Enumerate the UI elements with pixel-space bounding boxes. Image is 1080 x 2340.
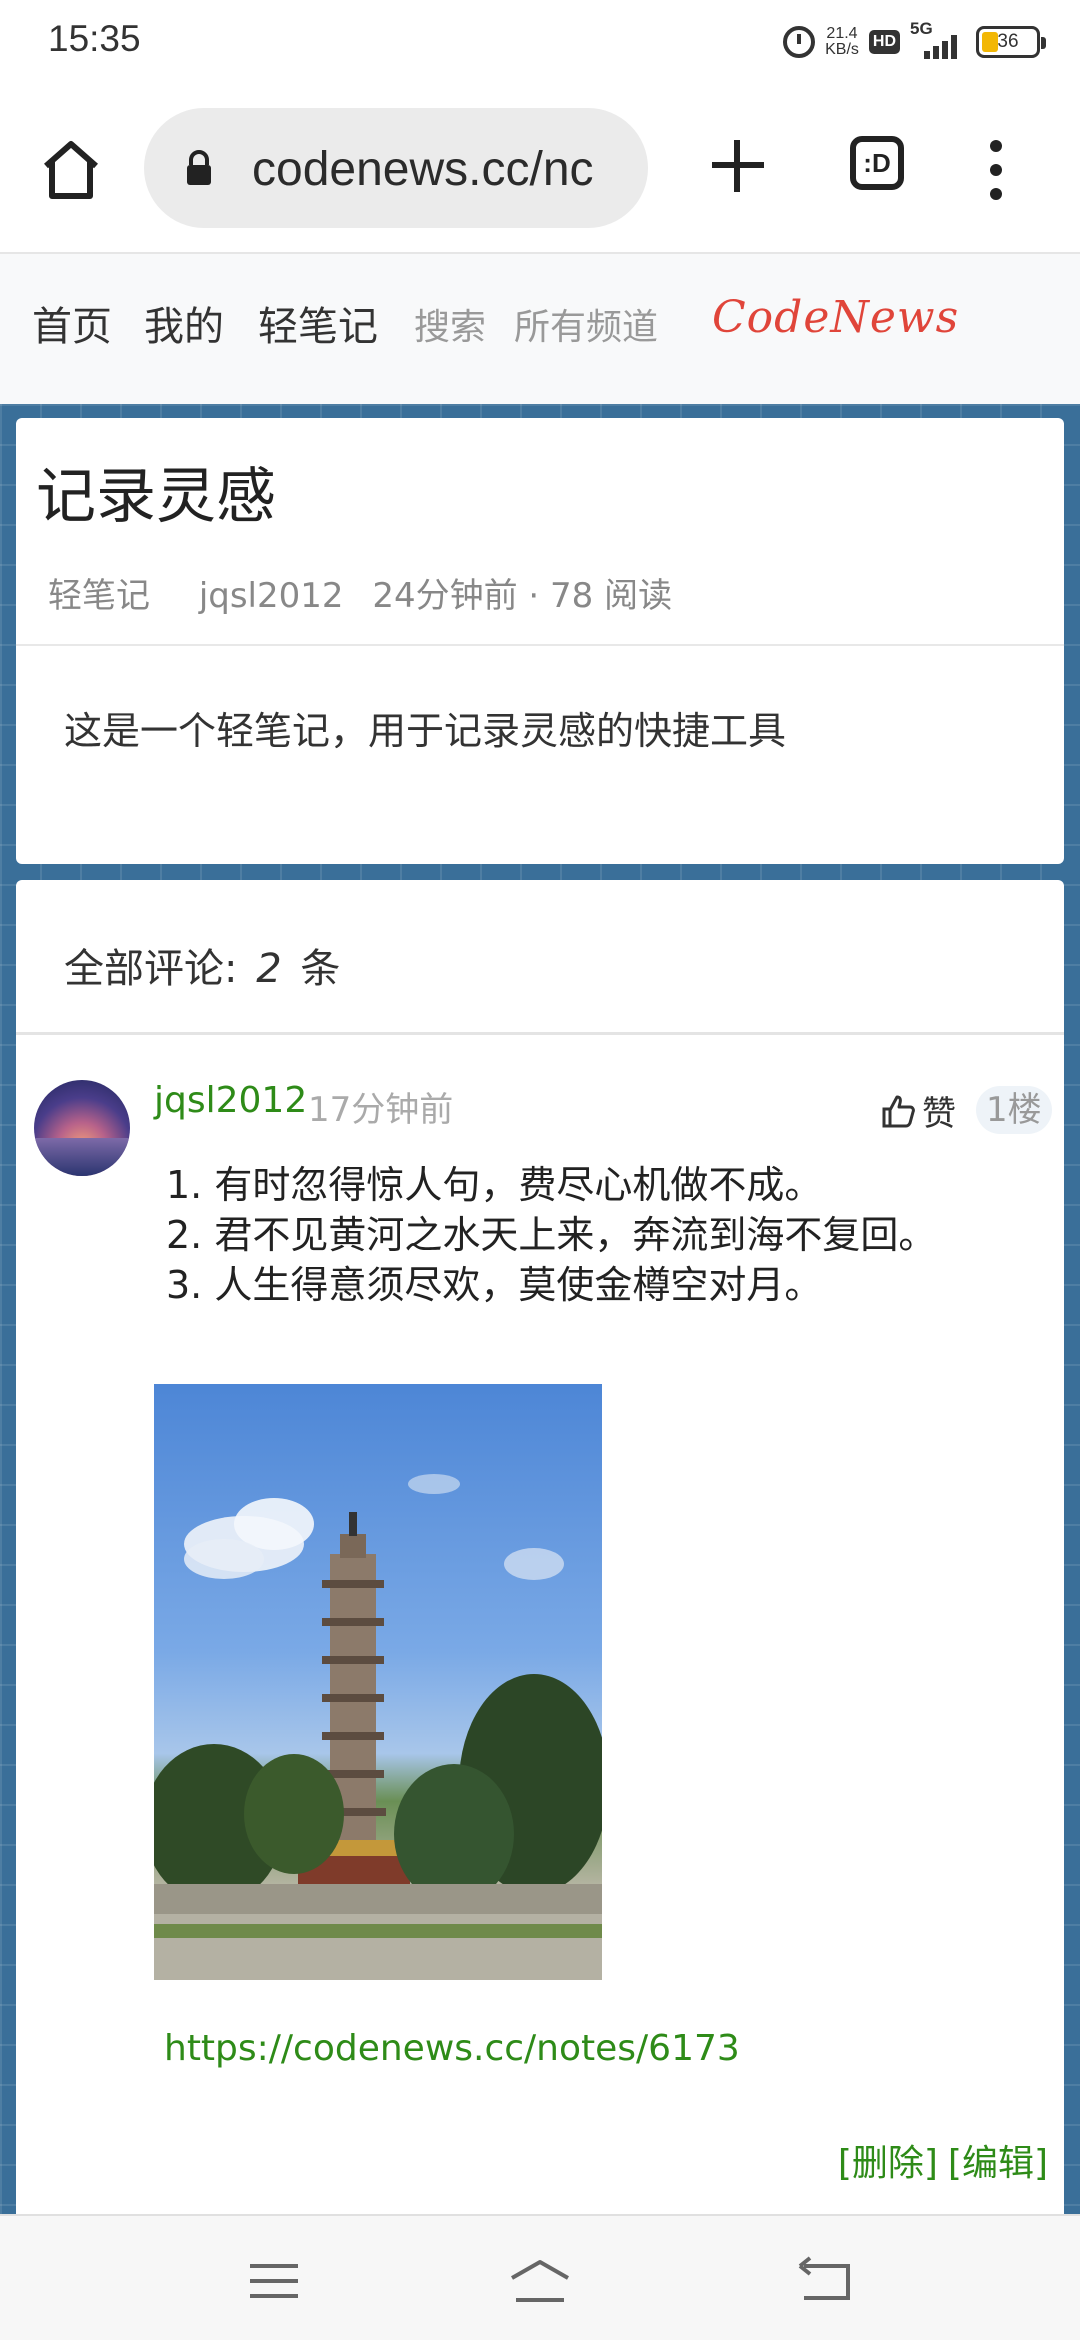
plus-icon[interactable] [708, 136, 768, 196]
pagoda-photo[interactable] [154, 1384, 602, 1980]
net-speed: 21.4 KB/s [825, 26, 859, 58]
edit-button[interactable]: [编辑] [948, 2143, 1048, 2184]
delete-button[interactable]: [删除] [838, 2143, 938, 2184]
battery-level: 36 [997, 31, 1019, 52]
more-vert-icon[interactable] [988, 140, 1004, 200]
post-card: 记录灵感 轻笔记 jqsl2012 24分钟前 · 78 阅读 这是一个轻笔记，… [16, 418, 1064, 864]
status-time: 15:35 [48, 18, 141, 59]
menu-lines-icon[interactable] [244, 2256, 304, 2306]
comment-link[interactable]: https://codenews.cc/notes/6173 [164, 2028, 740, 2069]
home-icon[interactable] [38, 136, 104, 202]
nav-all-channels[interactable]: 所有频道 [514, 298, 658, 350]
divider [16, 644, 1064, 646]
home-outline-icon[interactable] [508, 2256, 569, 2306]
comments-label: 全部评论: [64, 946, 238, 992]
list-item: 2. 君不见黄河之水天上来，奔流到海不复回。 [166, 1213, 937, 1257]
comment-actions: [删除] [编辑] [828, 2134, 1048, 2186]
tabs-icon[interactable]: :D [850, 136, 904, 190]
status-bar: 15:35 21.4 KB/s HD 5G 36 [0, 0, 1080, 84]
comments-header: 全部评论: 2 条 [64, 936, 340, 994]
net-speed-unit: KB/s [825, 41, 859, 58]
list-item: 3. 人生得意须尽欢，莫使金樽空对月。 [166, 1263, 823, 1307]
comment-time: 17分钟前 [308, 1090, 454, 1130]
page-title: 记录灵感 [36, 462, 276, 532]
address-bar[interactable]: codenews.cc/nc [144, 108, 648, 228]
status-icons: 21.4 KB/s HD 5G 36 [783, 19, 1046, 62]
post-author[interactable]: jqsl2012 [199, 576, 344, 616]
nav-search[interactable]: 搜索 [414, 298, 486, 350]
comment-author[interactable]: jqsl2012 [154, 1080, 307, 1121]
comments-unit: 条 [300, 946, 341, 992]
nav-home[interactable]: 首页 [32, 294, 112, 352]
signal-icon: 5G [910, 19, 966, 59]
thumbs-up-icon [882, 1095, 915, 1127]
brand-logo[interactable]: CodeNews [712, 292, 959, 343]
url-text: codenews.cc/nc [252, 143, 594, 196]
back-icon[interactable] [796, 2256, 856, 2306]
divider [16, 1032, 1064, 1035]
post-meta: 轻笔记 jqsl2012 24分钟前 · 78 阅读 [48, 568, 710, 617]
nav-mine[interactable]: 我的 [144, 294, 224, 352]
comment-content: 1. 有时忽得惊人句，费尽心机做不成。 2. 君不见黄河之水天上来，奔流到海不复… [166, 1160, 936, 1310]
hd-icon: HD [868, 30, 900, 54]
comments-count: 2 [256, 946, 282, 992]
net-speed-value: 21.4 [826, 25, 858, 42]
list-item: 1. 有时忽得惊人句，费尽心机做不成。 [166, 1163, 823, 1207]
nav-quick-notes[interactable]: 轻笔记 [258, 294, 378, 352]
floor-badge: 1楼 [976, 1086, 1052, 1134]
site-nav: 首页 我的 轻笔记 搜索 所有频道 CodeNews [0, 254, 1080, 404]
avatar[interactable] [34, 1080, 130, 1176]
battery-icon: 36 [976, 26, 1046, 58]
lock-icon [184, 150, 214, 186]
alarm-icon [783, 26, 816, 58]
post-time-reads: 24分钟前 · 78 阅读 [372, 576, 673, 616]
like-label: 赞 [922, 1094, 956, 1134]
system-nav-bar [0, 2214, 1080, 2340]
browser-toolbar: codenews.cc/nc :D [0, 84, 1080, 254]
comments-card: 全部评论: 2 条 jqsl2012 17分钟前 赞 1楼 1. 有时忽得惊人句… [16, 880, 1064, 2214]
post-body: 这是一个轻笔记，用于记录灵感的快捷工具 [64, 709, 787, 753]
post-category[interactable]: 轻笔记 [48, 576, 150, 616]
like-button[interactable]: 赞 [880, 1086, 956, 1135]
